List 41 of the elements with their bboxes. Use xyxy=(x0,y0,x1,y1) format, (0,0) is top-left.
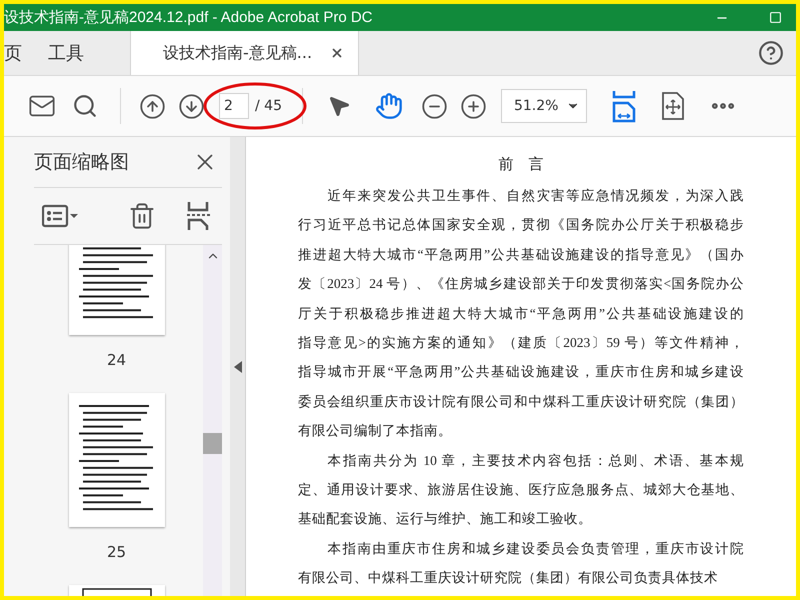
document-text-line: 发〔2023〕24 号）、《住房城乡建设部关于印发贯彻落实<国务院办公 xyxy=(298,275,744,294)
hand-icon[interactable] xyxy=(374,92,403,120)
page-move-icon[interactable] xyxy=(660,91,685,121)
document-text-line: 本指南共分为 10 章，主要技术内容包括：总则、术语、基本规 xyxy=(326,452,744,470)
document-text-line: 基础配套设施、运行与维护、施工和竣工验收。 xyxy=(298,510,593,528)
page-thumbnail[interactable] xyxy=(68,393,164,527)
document-text-line: 厅关于积极稳步推进超大特大城市“平急两用”公共基础设施建设的 xyxy=(298,304,744,323)
page-number: 25 xyxy=(106,543,126,561)
document-text-line: 有限公司、中煤科工重庆设计研究院（集团）有限公司负责具体技术 xyxy=(298,569,719,588)
search-icon[interactable] xyxy=(72,93,98,119)
page-total: / 45 xyxy=(255,98,282,114)
trash-icon[interactable] xyxy=(128,202,156,230)
zoom-dropdown[interactable]: 51.2% xyxy=(500,89,587,123)
nav-menu-item[interactable]: 页 xyxy=(4,31,48,75)
window-title: 设技术指南-意见稿2024.12.pdf - Adobe Acrobat Pro DC xyxy=(4,8,372,27)
fit-page-icon[interactable] xyxy=(610,89,637,123)
page-number: 24 xyxy=(106,351,126,369)
arrow-down-icon[interactable] xyxy=(178,92,205,120)
collapse-arrow-icon[interactable] xyxy=(234,360,242,372)
document-text-line: 有限公司编制了本指南。 xyxy=(298,422,453,440)
document-text-line: 定、通用设计要求、旅游居住设施、医疗应急服务点、城郊大仓基地、 xyxy=(298,481,744,500)
document-heading: 前 言 xyxy=(498,155,544,174)
document-text-line: 委员会组织重庆市设计院有限公司和中煤科工重庆设计研究院（集团） xyxy=(298,392,744,411)
arrow-up-icon[interactable] xyxy=(139,92,166,120)
insert-page-icon[interactable] xyxy=(186,202,210,230)
options-icon[interactable] xyxy=(42,203,80,229)
document-tab[interactable]: 设技术指南-意见稿... xyxy=(130,31,360,75)
panel-title: 页面缩略图 xyxy=(34,150,129,175)
zoom-out-icon[interactable] xyxy=(420,92,448,120)
document-text-line: 本指南由重庆市住房和城乡建设委员会负责管理，重庆市设计院 xyxy=(326,540,744,558)
document-text-line: 近年来突发公共卫生事件、自然灾害等应急情况频发，为深入践 xyxy=(326,187,744,205)
document-text-line: 指导意见>的实施方案的通知》（建质〔2023〕59 号）等文件精神， xyxy=(298,334,744,352)
document-text-line: 行习近平总书记总体国家安全观，贯彻《国务院办公厅关于积极稳步 xyxy=(298,216,744,234)
zoom-in-icon[interactable] xyxy=(460,92,487,120)
close-icon[interactable] xyxy=(330,46,344,60)
scrollbar-thumb[interactable] xyxy=(203,433,222,454)
document-text-line: 推进超大特大城市“平急两用”公共基础设施建设的指导意见》（国办 xyxy=(298,246,744,264)
nav-menu-item[interactable]: 工具 xyxy=(48,31,110,75)
document-text-line: 指导城市开展“平急两用”公共基础设施建设，重庆市住房和城乡建设 xyxy=(298,363,744,382)
maximize-icon[interactable] xyxy=(769,11,782,24)
page-number-field[interactable]: 2 xyxy=(219,93,249,119)
